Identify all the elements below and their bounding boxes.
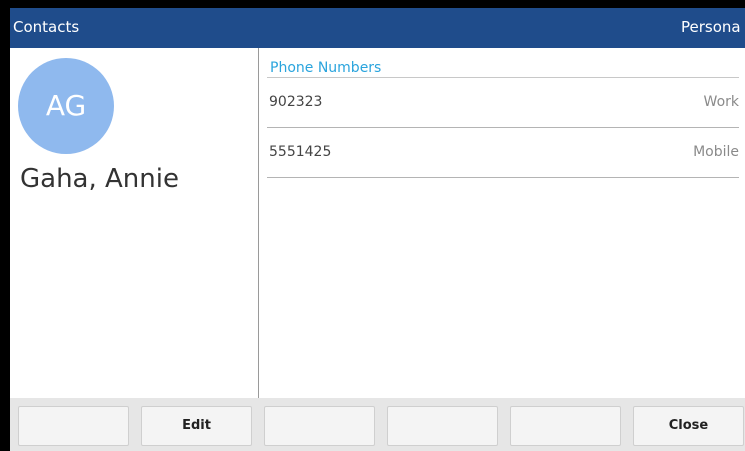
phone-numbers-heading: Phone Numbers	[270, 60, 382, 76]
avatar-initials: AG	[45, 89, 87, 122]
edit-button[interactable]: Edit	[141, 406, 252, 446]
softkey-1[interactable]	[18, 406, 129, 446]
phone-number: 902323	[269, 94, 323, 110]
phone-number: 5551425	[269, 144, 332, 160]
contact-name: Gaha, Annie	[20, 164, 179, 194]
phone-row-mobile[interactable]: 5551425 Mobile	[267, 128, 739, 178]
screen-title: Contacts	[13, 18, 80, 36]
softkey-bar: Edit Close	[10, 398, 745, 451]
close-button[interactable]: Close	[633, 406, 744, 446]
phone-type: Work	[703, 94, 739, 110]
contact-details-pane: Phone Numbers 902323 Work 5551425 Mobile	[259, 48, 745, 398]
phone-row-work[interactable]: 902323 Work	[267, 78, 739, 128]
contact-detail-screen: Contacts Persona AG Gaha, Annie Phone Nu…	[10, 8, 745, 451]
title-bar: Contacts Persona	[10, 8, 745, 48]
softkey-5[interactable]	[510, 406, 621, 446]
phone-type: Mobile	[693, 144, 739, 160]
contact-summary-pane: AG Gaha, Annie	[10, 48, 259, 398]
avatar: AG	[18, 58, 114, 154]
directory-tab-personal[interactable]: Persona	[681, 18, 741, 36]
softkey-3[interactable]	[264, 406, 375, 446]
softkey-4[interactable]	[387, 406, 498, 446]
